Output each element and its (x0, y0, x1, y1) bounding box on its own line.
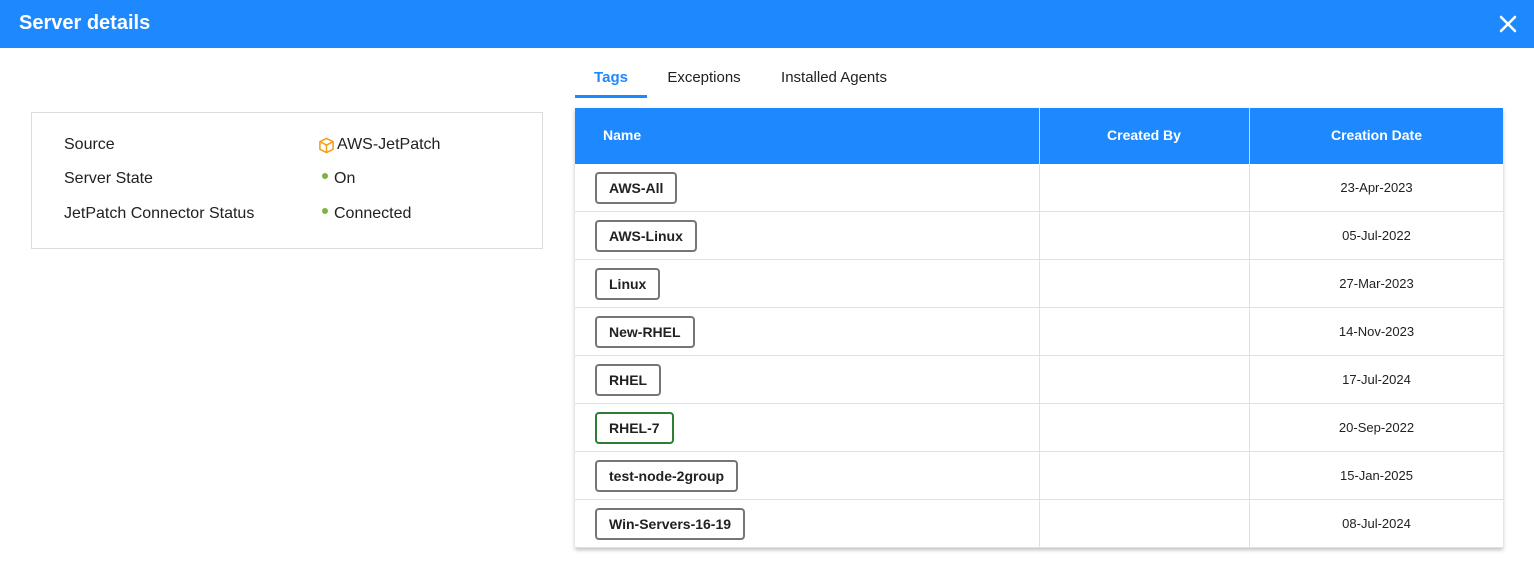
tab-installed-agents[interactable]: Installed Agents (771, 60, 897, 98)
created-by-cell (1040, 356, 1249, 404)
connector-status-value: Connected (334, 205, 412, 222)
table-row[interactable]: RHEL 17-Jul-2024 (575, 356, 1503, 404)
dialog-header: Server details (0, 0, 1534, 48)
created-by-cell (1040, 212, 1249, 260)
active-tab-indicator (575, 95, 647, 98)
source-value: AWS-JetPatch (337, 136, 441, 153)
detail-label: Server State (64, 170, 153, 187)
creation-date-cell: 20-Sep-2022 (1338, 420, 1415, 435)
status-dot-icon (322, 208, 328, 214)
table-row[interactable]: AWS-Linux 05-Jul-2022 (575, 212, 1503, 260)
close-button[interactable] (1494, 10, 1522, 38)
tab-exceptions[interactable]: Exceptions (657, 60, 751, 98)
creation-date-cell: 17-Jul-2024 (1342, 372, 1411, 387)
created-by-cell (1040, 404, 1249, 452)
detail-label: JetPatch Connector Status (64, 205, 255, 222)
tag-chip[interactable]: AWS-All (595, 172, 678, 204)
created-by-cell (1040, 260, 1249, 308)
tag-chip[interactable]: Win-Servers-16-19 (595, 508, 746, 540)
table-row[interactable]: Win-Servers-16-19 08-Jul-2024 (575, 500, 1503, 548)
table-row[interactable]: test-node-2group 15-Jan-2025 (575, 452, 1503, 500)
detail-value: On (322, 170, 355, 188)
creation-date-cell: 05-Jul-2022 (1342, 228, 1411, 243)
column-header-creation-date[interactable]: Creation Date (1250, 108, 1503, 164)
tag-chip[interactable]: RHEL-7 (595, 412, 674, 444)
status-dot-icon (322, 173, 328, 179)
detail-value: Connected (322, 205, 411, 223)
table-row[interactable]: RHEL-7 20-Sep-2022 (575, 404, 1503, 452)
tag-chip[interactable]: New-RHEL (595, 316, 695, 348)
detail-value: AWS-JetPatch (318, 136, 440, 154)
creation-date-cell: 27-Mar-2023 (1339, 276, 1414, 291)
tags-table: Name Created By Creation Date AWS-All 23-… (575, 108, 1503, 548)
box-icon (319, 137, 334, 153)
created-by-cell (1040, 308, 1249, 356)
created-by-cell (1040, 452, 1249, 500)
creation-date-cell: 15-Jan-2025 (1340, 468, 1413, 483)
tag-chip[interactable]: test-node-2group (595, 460, 739, 492)
creation-date-cell: 08-Jul-2024 (1342, 516, 1411, 531)
table-row[interactable]: New-RHEL 14-Nov-2023 (575, 308, 1503, 356)
creation-date-cell: 14-Nov-2023 (1338, 324, 1415, 339)
close-icon (1499, 15, 1517, 33)
tag-chip[interactable]: RHEL (595, 364, 662, 396)
server-info-card: Source AWS-JetPatch Server State On JetP… (31, 112, 543, 249)
tag-chip[interactable]: Linux (595, 268, 661, 300)
created-by-cell (1040, 164, 1249, 212)
server-state-value: On (334, 170, 356, 187)
dialog-title: Server details (19, 12, 151, 34)
detail-label: Source (64, 136, 115, 153)
tag-chip[interactable]: AWS-Linux (595, 220, 697, 252)
created-by-cell (1040, 500, 1249, 548)
column-header-created-by[interactable]: Created By (1039, 108, 1249, 164)
table-row[interactable]: AWS-All 23-Apr-2023 (575, 164, 1503, 212)
table-header: Name Created By Creation Date (575, 108, 1503, 164)
creation-date-cell: 23-Apr-2023 (1340, 180, 1413, 195)
column-header-name[interactable]: Name (603, 108, 641, 164)
tab-tags[interactable]: Tags (575, 60, 647, 98)
table-row[interactable]: Linux 27-Mar-2023 (575, 260, 1503, 308)
